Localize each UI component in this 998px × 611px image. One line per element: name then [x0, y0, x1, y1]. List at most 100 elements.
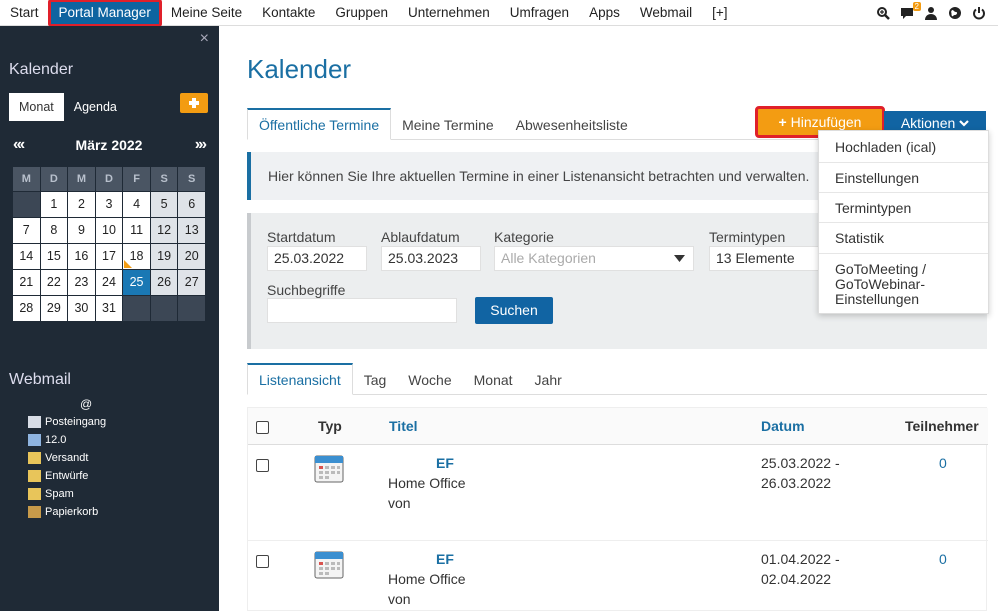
- add-event-button[interactable]: [180, 93, 208, 113]
- actions-menu-item[interactable]: Termintypen: [819, 193, 988, 223]
- top-navigation: Start Portal Manager Meine Seite Kontakt…: [0, 0, 998, 27]
- actions-menu-item[interactable]: Einstellungen: [819, 163, 988, 193]
- nav-more[interactable]: [+]: [702, 0, 737, 26]
- nav-portal-manager[interactable]: Portal Manager: [47, 0, 162, 27]
- calendar-day[interactable]: 31: [95, 296, 123, 321]
- webmail-folder[interactable]: 12.0: [28, 431, 106, 449]
- calendar-empty-cell: [123, 296, 150, 321]
- calendar-day[interactable]: 2: [68, 192, 95, 217]
- calendar-day[interactable]: 26: [150, 270, 178, 295]
- event-title-suffix: von: [388, 495, 411, 511]
- event-participants[interactable]: 0: [939, 549, 947, 569]
- webmail-folder[interactable]: Posteingang: [28, 413, 106, 431]
- calendar-day[interactable]: 14: [13, 244, 40, 269]
- nav-gruppen[interactable]: Gruppen: [325, 0, 398, 26]
- weekday-header: D: [40, 167, 68, 191]
- tab-oeffentliche-termine[interactable]: Öffentliche Termine: [247, 108, 392, 140]
- tab-meine-termine[interactable]: Meine Termine: [391, 108, 505, 140]
- plus-icon: +: [778, 114, 787, 130]
- search-button[interactable]: Suchen: [475, 297, 553, 324]
- chat-icon[interactable]: 2: [900, 1, 921, 20]
- nav-start[interactable]: Start: [0, 0, 49, 26]
- nav-kontakte[interactable]: Kontakte: [252, 0, 325, 26]
- webmail-folder[interactable]: Spam: [28, 485, 106, 503]
- row-checkbox[interactable]: [256, 555, 269, 568]
- user-icon[interactable]: [924, 6, 938, 20]
- event-participants[interactable]: 0: [939, 453, 947, 473]
- tab-monat-view[interactable]: Monat: [463, 363, 524, 395]
- search-icon[interactable]: [876, 6, 890, 20]
- nav-umfragen[interactable]: Umfragen: [500, 0, 579, 26]
- header-datum[interactable]: Datum: [761, 418, 805, 434]
- actions-menu-item[interactable]: GoToMeeting / GoToWebinar-Einstellungen: [819, 254, 988, 315]
- calendar-day[interactable]: 25: [123, 270, 150, 295]
- calendar-day[interactable]: 27: [178, 270, 205, 295]
- tab-abwesenheitsliste[interactable]: Abwesenheitsliste: [505, 108, 639, 140]
- webmail-folders: Posteingang 12.0 Versandt Entwürfe Spam Papie…: [28, 413, 106, 521]
- nav-icons: 2: [876, 1, 998, 20]
- calendar-day[interactable]: 10: [95, 218, 123, 243]
- calendar-day[interactable]: 6: [178, 192, 205, 217]
- end-date-input[interactable]: 25.03.2023: [381, 246, 481, 271]
- select-all-checkbox[interactable]: [256, 421, 269, 434]
- calendar-day[interactable]: 8: [40, 218, 68, 243]
- tab-tag[interactable]: Tag: [353, 363, 398, 395]
- header-typ: Typ: [318, 418, 342, 434]
- webmail-folder[interactable]: Papierkorb: [28, 503, 106, 521]
- power-icon[interactable]: [972, 6, 986, 20]
- event-date-end: 02.04.2022: [761, 571, 832, 587]
- prev-month-icon[interactable]: «‹: [13, 136, 25, 154]
- calendar-day[interactable]: 4: [123, 192, 150, 217]
- calendar-day[interactable]: 7: [13, 218, 40, 243]
- calendar-day[interactable]: 9: [68, 218, 95, 243]
- nav-apps[interactable]: Apps: [579, 0, 630, 26]
- calendar-day[interactable]: 16: [68, 244, 95, 269]
- event-initials[interactable]: EF: [436, 549, 454, 569]
- tab-monat[interactable]: Monat: [9, 93, 64, 121]
- calendar-day[interactable]: 30: [68, 296, 95, 321]
- nav-meine-seite[interactable]: Meine Seite: [161, 0, 252, 26]
- calendar-day[interactable]: 11: [123, 218, 150, 243]
- calendar-day[interactable]: 12: [150, 218, 178, 243]
- webmail-folder[interactable]: Versandt: [28, 449, 106, 467]
- calendar-day[interactable]: 3: [95, 192, 123, 217]
- row-checkbox[interactable]: [256, 459, 269, 472]
- calendar-day[interactable]: 22: [40, 270, 68, 295]
- calendar-day[interactable]: 29: [40, 296, 68, 321]
- category-select[interactable]: Alle Kategorien: [494, 246, 694, 271]
- actions-menu-item[interactable]: Hochladen (ical): [819, 131, 988, 163]
- event-initials[interactable]: EF: [436, 453, 454, 473]
- calendar-day[interactable]: 19: [150, 244, 178, 269]
- end-date-label: Ablaufdatum: [381, 229, 460, 245]
- nav-unternehmen[interactable]: Unternehmen: [398, 0, 500, 26]
- calendar-day[interactable]: 28: [13, 296, 40, 321]
- search-input[interactable]: [267, 298, 457, 323]
- tab-jahr[interactable]: Jahr: [524, 363, 573, 395]
- calendar-day[interactable]: 15: [40, 244, 68, 269]
- nav-webmail[interactable]: Webmail: [630, 0, 702, 26]
- tab-listenansicht[interactable]: Listenansicht: [247, 363, 353, 395]
- calendar-day[interactable]: 1: [40, 192, 68, 217]
- calendar-day[interactable]: 13: [178, 218, 205, 243]
- tab-woche[interactable]: Woche: [397, 363, 462, 395]
- types-select[interactable]: 13 Elemente: [709, 246, 819, 271]
- next-month-icon[interactable]: ›»: [195, 136, 207, 154]
- calendar-day[interactable]: 23: [68, 270, 95, 295]
- webmail-folder[interactable]: Entwürfe: [28, 467, 106, 485]
- table-header: Typ Titel Datum Teilnehmer: [248, 408, 988, 445]
- actions-menu-item[interactable]: Statistik: [819, 223, 988, 254]
- calendar-day[interactable]: 5: [150, 192, 178, 217]
- calendar-day[interactable]: 21: [13, 270, 40, 295]
- header-teilnehmer: Teilnehmer: [905, 418, 979, 434]
- header-titel[interactable]: Titel: [389, 418, 418, 434]
- start-date-input[interactable]: 25.03.2022: [267, 246, 367, 271]
- calendar-day[interactable]: 17: [95, 244, 123, 269]
- webmail-folder-label: Versandt: [45, 452, 89, 464]
- types-label: Termintypen: [709, 229, 786, 245]
- close-icon[interactable]: ×: [200, 30, 209, 48]
- globe-icon[interactable]: [948, 6, 962, 20]
- calendar-day[interactable]: 18: [123, 244, 150, 269]
- calendar-day[interactable]: 24: [95, 270, 123, 295]
- tab-agenda[interactable]: Agenda: [64, 93, 127, 121]
- calendar-day[interactable]: 20: [178, 244, 205, 269]
